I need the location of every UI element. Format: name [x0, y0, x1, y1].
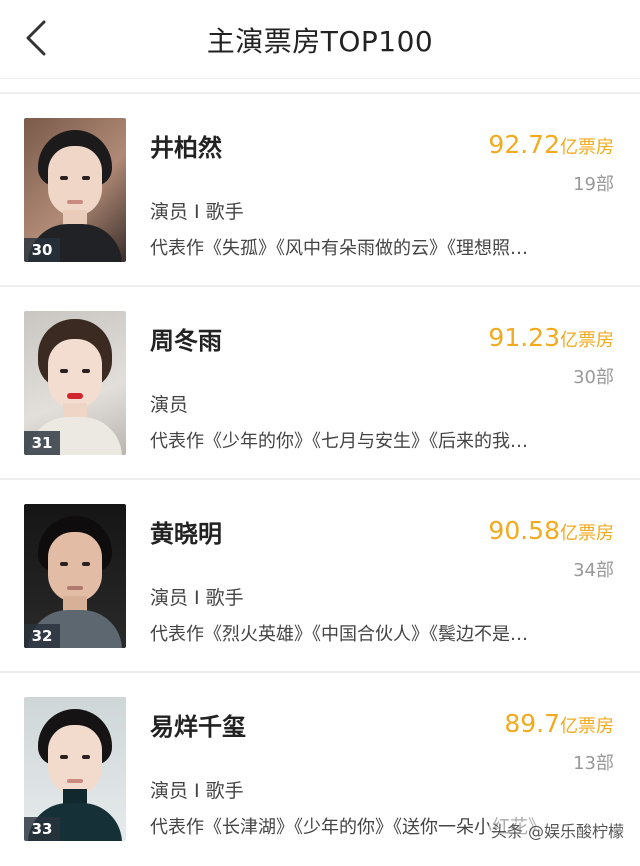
- actor-role: 演员 I 歌手: [150, 780, 244, 802]
- actor-name: 黄晓明: [150, 520, 222, 548]
- list-item[interactable]: 31 周冬雨 91.23亿票房 30部 演员 代表作《少年的你》《七月与安生》《…: [0, 287, 640, 480]
- box-office-unit: 亿票房: [560, 137, 614, 158]
- app-header: 主演票房TOP100: [0, 0, 640, 79]
- actor-photo: 30: [24, 118, 126, 262]
- rank-badge: 30: [24, 238, 60, 262]
- box-office-value: 90.58: [488, 516, 560, 545]
- film-count: 34部: [573, 560, 614, 581]
- actor-name: 周冬雨: [150, 327, 222, 355]
- watermark: 头条 @娱乐酸柠檬: [488, 818, 626, 842]
- box-office: 92.72亿票房: [488, 130, 614, 159]
- box-office: 89.7亿票房: [504, 709, 614, 738]
- box-office: 91.23亿票房: [488, 323, 614, 352]
- box-office-value: 89.7: [504, 709, 560, 738]
- box-office-unit: 亿票房: [560, 330, 614, 351]
- actor-photo: 33: [24, 697, 126, 841]
- rank-badge: 31: [24, 431, 60, 455]
- actor-name: 井柏然: [150, 134, 222, 162]
- box-office-unit: 亿票房: [560, 716, 614, 737]
- box-office: 90.58亿票房: [488, 516, 614, 545]
- film-count: 19部: [573, 174, 614, 195]
- actor-list: 30 井柏然 92.72亿票房 19部 演员 I 歌手 代表作《失孤》《风中有朵…: [0, 94, 640, 866]
- film-count: 30部: [573, 367, 614, 388]
- box-office-value: 91.23: [488, 323, 560, 352]
- actor-role: 演员 I 歌手: [150, 587, 244, 609]
- page-title: 主演票房TOP100: [206, 25, 434, 58]
- actor-name: 易烊千玺: [150, 713, 246, 741]
- rank-badge: 33: [24, 817, 60, 841]
- representative-works: 代表作《少年的你》《七月与安生》《后来的我…: [150, 431, 528, 452]
- actor-photo: 32: [24, 504, 126, 648]
- box-office-unit: 亿票房: [560, 523, 614, 544]
- list-item[interactable]: 30 井柏然 92.72亿票房 19部 演员 I 歌手 代表作《失孤》《风中有朵…: [0, 94, 640, 287]
- representative-works: 代表作《失孤》《风中有朵雨做的云》《理想照…: [150, 238, 528, 259]
- actor-role: 演员: [150, 394, 189, 416]
- film-count: 13部: [573, 753, 614, 774]
- representative-works: 代表作《烈火英雄》《中国合伙人》《鬓边不是…: [150, 624, 528, 645]
- rank-badge: 32: [24, 624, 60, 648]
- actor-photo: 31: [24, 311, 126, 455]
- box-office-value: 92.72: [488, 130, 560, 159]
- list-item[interactable]: 32 黄晓明 90.58亿票房 34部 演员 I 歌手 代表作《烈火英雄》《中国…: [0, 480, 640, 673]
- actor-role: 演员 I 歌手: [150, 201, 244, 223]
